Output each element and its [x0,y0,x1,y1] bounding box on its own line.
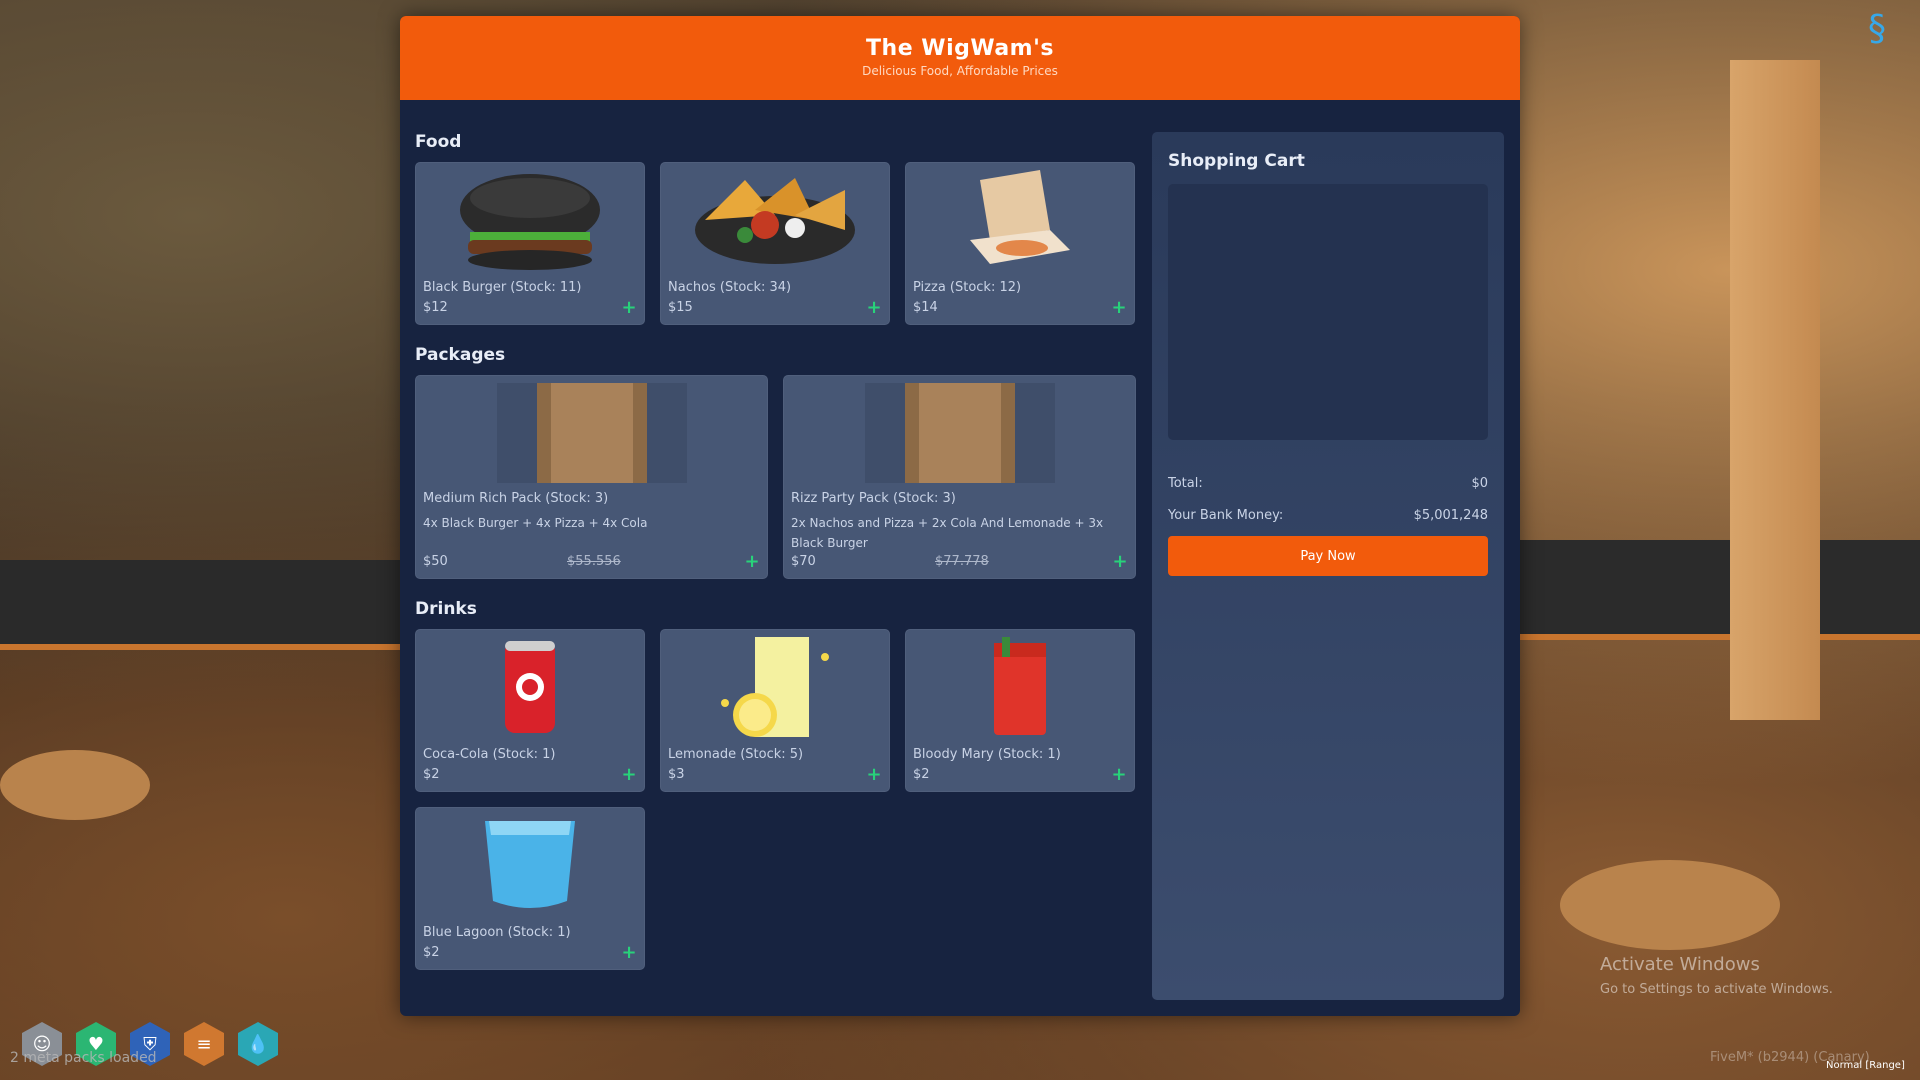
shop-header: The WigWam's Delicious Food, Affordable … [400,16,1520,100]
windows-activation-title: Activate Windows [1600,954,1760,975]
product-name: Pizza (Stock: 12) [913,280,1022,295]
product-price: $3 [668,767,685,782]
pay-now-button[interactable]: Pay Now [1168,536,1488,576]
nachos-image [660,168,890,272]
product-card: Pizza (Stock: 12) $14 + [905,162,1135,325]
cart-total-label: Total: [1168,476,1203,491]
package-old-price: $77.778 [935,554,989,569]
hunger-icon: ≡ [184,1022,224,1066]
package-name: Medium Rich Pack (Stock: 3) [423,491,609,506]
section-title-drinks: Drinks [415,599,477,619]
paper-bag-image [415,381,768,485]
paper-bag-image [783,381,1136,485]
product-price: $2 [423,767,440,782]
package-name: Rizz Party Pack (Stock: 3) [791,491,956,506]
background-stool-right [1560,860,1780,950]
voice-range-text: Normal [Range] [1826,1060,1905,1071]
add-to-cart-button[interactable]: + [866,299,882,317]
background-counter-left [0,560,420,650]
product-name: Bloody Mary (Stock: 1) [913,747,1061,762]
background-pillar [1730,60,1820,720]
product-price: $12 [423,300,448,315]
add-to-cart-button[interactable]: + [1111,299,1127,317]
product-card: Lemonade (Stock: 5) $3 + [660,629,890,792]
package-description: 4x Black Burger + 4x Pizza + 4x Cola [423,516,648,530]
package-description: 2x Nachos and Pizza + 2x Cola And Lemona… [791,516,1104,550]
blue-lagoon-image [415,813,645,917]
package-price: $50 [423,554,448,569]
product-name: Nachos (Stock: 34) [668,280,792,295]
bank-money-label: Your Bank Money: [1168,508,1284,523]
package-price: $70 [791,554,816,569]
cart-title: Shopping Cart [1168,151,1305,171]
shop-title: The WigWam's [866,36,1054,61]
shop-subtitle: Delicious Food, Affordable Prices [862,64,1058,78]
product-price: $2 [423,945,440,960]
bank-money-row: Your Bank Money: $5,001,248 [1168,508,1488,523]
thirst-icon: 💧 [238,1022,278,1066]
product-name: Black Burger (Stock: 11) [423,280,582,295]
add-to-cart-button[interactable]: + [1112,553,1128,571]
product-price: $2 [913,767,930,782]
shop-panel: The WigWam's Delicious Food, Affordable … [400,16,1520,1016]
add-to-cart-button[interactable]: + [744,553,760,571]
server-logo-icon: § [1868,8,1886,49]
cart-total-value: $0 [1471,476,1488,491]
product-card: Nachos (Stock: 34) $15 + [660,162,890,325]
product-card: Bloody Mary (Stock: 1) $2 + [905,629,1135,792]
section-title-food: Food [415,132,462,152]
add-to-cart-button[interactable]: + [1111,766,1127,784]
black-burger-image [415,168,645,272]
menu-area: Food Black Burger (Stock: 11) $12 + Nach… [415,132,1136,990]
product-name: Lemonade (Stock: 5) [668,747,804,762]
product-price: $14 [913,300,938,315]
product-name: Blue Lagoon (Stock: 1) [423,925,571,940]
bloody-mary-image [905,635,1135,739]
packages-grid: Medium Rich Pack (Stock: 3) 4x Black Bur… [415,375,1136,579]
add-to-cart-button[interactable]: + [621,299,637,317]
product-card: Black Burger (Stock: 11) $12 + [415,162,645,325]
section-title-packages: Packages [415,345,506,365]
shopping-cart-panel: Shopping Cart Total: $0 Your Bank Money:… [1152,132,1504,1000]
food-grid: Black Burger (Stock: 11) $12 + Nachos (S… [415,162,1135,325]
product-card: Coca-Cola (Stock: 1) $2 + [415,629,645,792]
add-to-cart-button[interactable]: + [866,766,882,784]
background-counter-right [1520,540,1920,640]
package-card: Medium Rich Pack (Stock: 3) 4x Black Bur… [415,375,768,579]
cola-can-image [415,635,645,739]
loading-status-text: 2 meta packs loaded [10,1050,157,1066]
add-to-cart-button[interactable]: + [621,944,637,962]
background-stool-left [0,750,150,820]
bank-money-value: $5,001,248 [1413,508,1488,523]
cart-total-row: Total: $0 [1168,476,1488,491]
pizza-box-image [905,168,1135,272]
lemonade-image [660,635,890,739]
add-to-cart-button[interactable]: + [621,766,637,784]
package-old-price: $55.556 [567,554,621,569]
cart-items-list[interactable] [1168,184,1488,440]
windows-activation-subtitle: Go to Settings to activate Windows. [1600,982,1833,997]
drinks-grid: Coca-Cola (Stock: 1) $2 + Lemonade (Stoc… [415,629,1135,970]
product-card: Blue Lagoon (Stock: 1) $2 + [415,807,645,970]
product-price: $15 [668,300,693,315]
product-name: Coca-Cola (Stock: 1) [423,747,556,762]
package-card: Rizz Party Pack (Stock: 3) 2x Nachos and… [783,375,1136,579]
